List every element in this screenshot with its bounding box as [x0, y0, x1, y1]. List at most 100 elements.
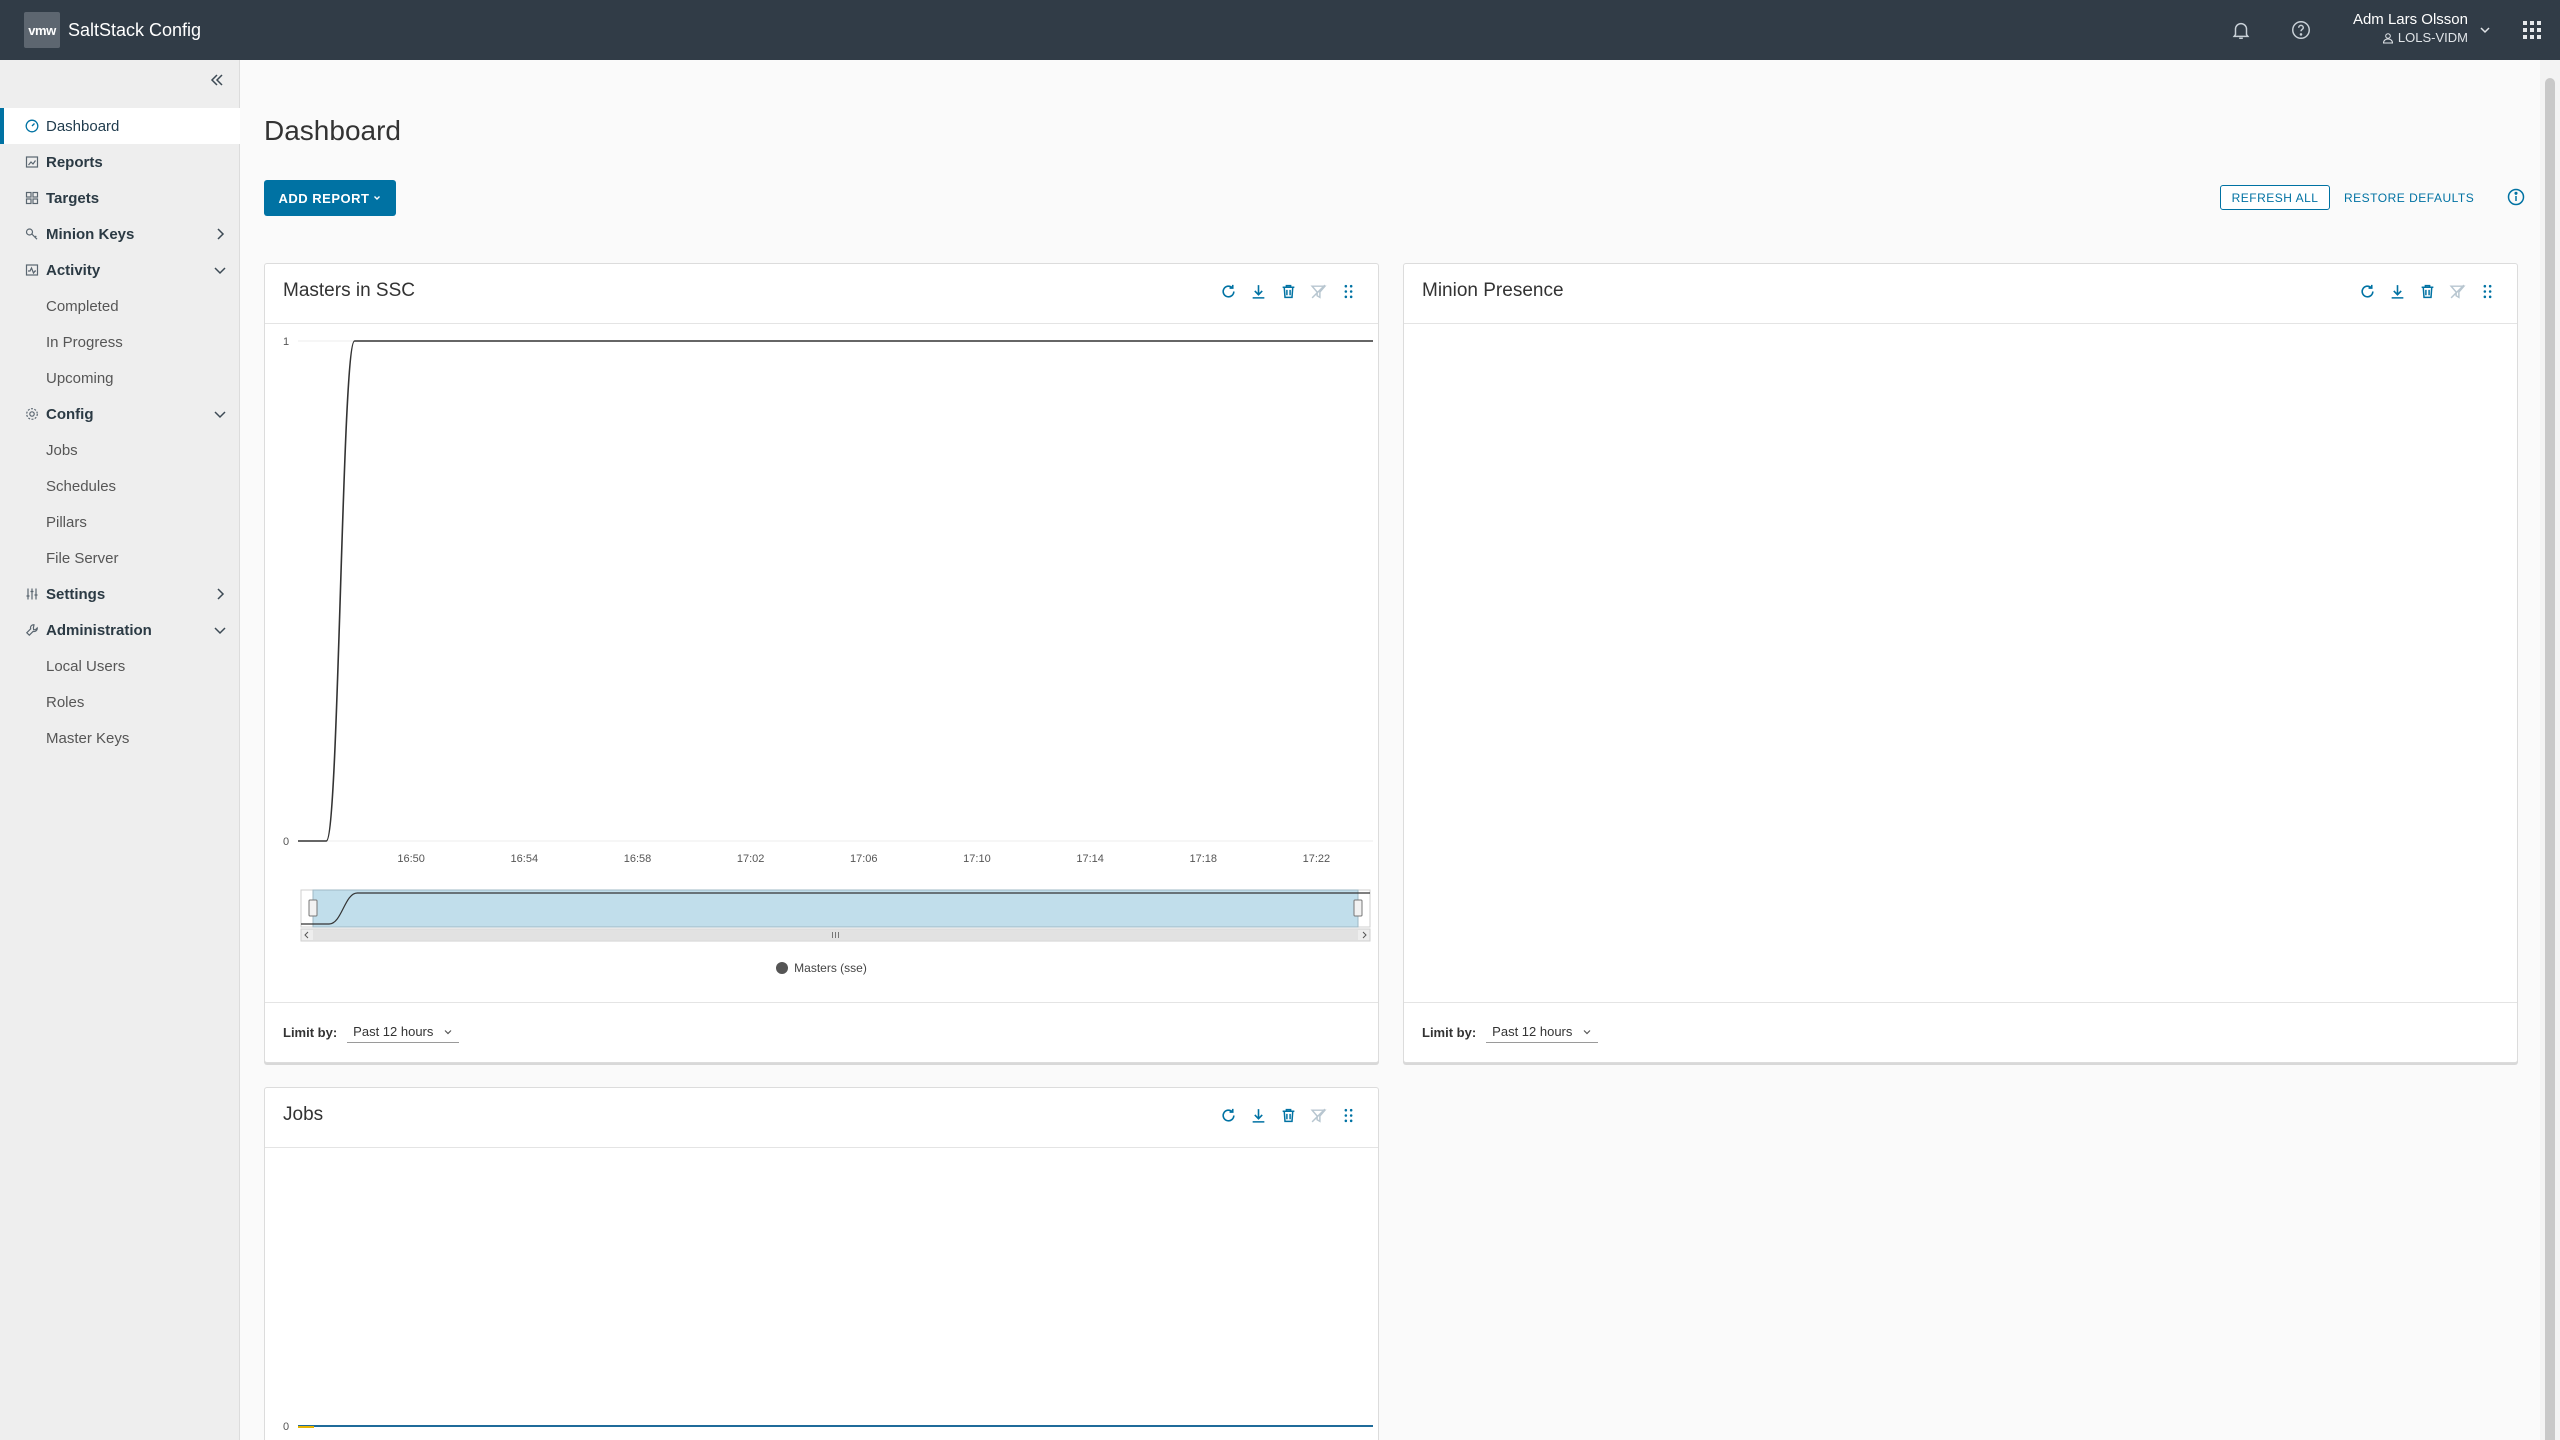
sidebar-item-label: Dashboard [46, 117, 120, 135]
app-grid-icon[interactable] [2504, 0, 2560, 60]
filter-icon[interactable] [1308, 280, 1328, 302]
limit-select[interactable]: Past 12 hours [1486, 1022, 1599, 1043]
wrench-icon [24, 622, 40, 638]
sidebar-item-administration[interactable]: Administration [0, 612, 240, 648]
limit-value: Past 12 hours [1492, 1024, 1573, 1039]
limit-select[interactable]: Past 12 hours [347, 1022, 460, 1043]
drag-handle-icon[interactable] [2477, 280, 2497, 302]
user-menu[interactable]: Adm Lars Olsson LOLS-VIDM [2331, 0, 2504, 60]
sidebar-item-dashboard[interactable]: Dashboard [0, 108, 240, 144]
sidebar-item-settings[interactable]: Settings [0, 576, 240, 612]
x-tick-label: 17:10 [963, 853, 991, 865]
navigator-handle [308, 899, 318, 917]
drag-handle-icon[interactable] [1338, 280, 1358, 302]
download-icon[interactable] [2387, 280, 2407, 302]
sidebar-item-upcoming[interactable]: Upcoming [0, 360, 240, 396]
info-icon[interactable] [2506, 187, 2526, 207]
refresh-all-button[interactable]: REFRESH ALL [2220, 185, 2330, 210]
trash-icon[interactable] [1278, 280, 1298, 302]
chart-legend[interactable]: Masters (sse) [265, 961, 1378, 975]
x-tick-label: 16:58 [624, 853, 652, 865]
user-domain: LOLS-VIDM [2382, 29, 2468, 47]
chevron-down-icon [214, 411, 226, 419]
sidebar-item-activity[interactable]: Activity [0, 252, 240, 288]
targets-icon [24, 190, 40, 206]
card-header: Masters in SSC [265, 264, 1378, 324]
main-content: Dashboard ADD REPORT REFRESH ALL RESTORE… [240, 60, 2532, 1440]
download-icon[interactable] [1248, 1104, 1268, 1126]
x-tick-label: 17:14 [1076, 853, 1104, 865]
card-toolbar [1218, 1104, 1358, 1126]
scrollbar-thumb[interactable] [2545, 78, 2555, 1440]
filter-icon[interactable] [2447, 280, 2467, 302]
sidebar-item-label: Targets [46, 189, 100, 207]
sidebar-item-label: Config [46, 405, 94, 423]
navigator-handle [1353, 899, 1363, 917]
trash-icon[interactable] [2417, 280, 2437, 302]
card-title: Jobs [283, 1104, 324, 1125]
sidebar-item-pillars[interactable]: Pillars [0, 504, 240, 540]
drag-handle-icon[interactable] [1338, 1104, 1358, 1126]
navigator-selection [312, 889, 1359, 928]
sidebar-item-label: Reports [46, 153, 103, 171]
sidebar-item-completed[interactable]: Completed [0, 288, 240, 324]
card-header: Minion Presence [1404, 264, 2517, 324]
x-tick-label: 17:22 [1303, 853, 1331, 865]
y-tick-label: 1 [283, 336, 289, 348]
collapse-sidebar-icon[interactable] [205, 68, 229, 92]
help-icon[interactable] [2271, 0, 2331, 60]
x-tick-label: 16:54 [511, 853, 539, 865]
limit-value: Past 12 hours [353, 1024, 434, 1039]
chevron-right-icon [217, 588, 225, 600]
card-footer: Limit by: Past 12 hours [1404, 1002, 2517, 1062]
report-card-jobs: Jobs 0 [264, 1087, 1379, 1440]
sidebar-item-config[interactable]: Config [0, 396, 240, 432]
sidebar-item-master-keys[interactable]: Master Keys [0, 720, 240, 756]
sidebar-item-targets[interactable]: Targets [0, 180, 240, 216]
chevron-down-icon [214, 627, 226, 635]
sidebar-item-label: Administration [46, 621, 152, 639]
activity-icon [24, 262, 40, 278]
vertical-scrollbar[interactable] [2540, 60, 2560, 1440]
jobs-chart[interactable]: 0 [265, 1149, 1378, 1440]
sidebar-item-schedules[interactable]: Schedules [0, 468, 240, 504]
card-title: Masters in SSC [283, 280, 415, 301]
x-tick-label: 17:02 [737, 853, 765, 865]
restore-defaults-button[interactable]: RESTORE DEFAULTS [2344, 185, 2474, 210]
report-card-masters: Masters in SSC 0 1 16:50 16:54 16:58 17:02 17:… [264, 263, 1379, 1063]
card-toolbar [2357, 280, 2497, 302]
sidebar-item-roles[interactable]: Roles [0, 684, 240, 720]
limit-label: Limit by: [283, 1025, 338, 1040]
key-icon [24, 226, 40, 242]
top-header: vmw SaltStack Config Adm Lars Olsson LOL… [0, 0, 2560, 60]
legend-marker [776, 962, 789, 974]
user-name: Adm Lars Olsson [2352, 11, 2468, 28]
page-title: Dashboard [264, 115, 401, 146]
add-report-button[interactable]: ADD REPORT [264, 180, 396, 216]
filter-icon[interactable] [1308, 1104, 1328, 1126]
chevron-down-icon [444, 1029, 452, 1034]
refresh-icon[interactable] [2357, 280, 2377, 302]
sidebar-item-minion-keys[interactable]: Minion Keys [0, 216, 240, 252]
sidebar-item-file-server[interactable]: File Server [0, 540, 240, 576]
sidebar-item-in-progress[interactable]: In Progress [0, 324, 240, 360]
sidebar-item-reports[interactable]: Reports [0, 144, 240, 180]
masters-chart[interactable]: 0 1 16:50 16:54 16:58 17:02 17:06 17:10 17:14 17:… [265, 325, 1378, 955]
add-report-label: ADD REPORT [278, 190, 370, 206]
reports-icon [24, 154, 40, 170]
refresh-icon[interactable] [1218, 1104, 1238, 1126]
y-tick-label: 0 [283, 836, 289, 848]
refresh-icon[interactable] [1218, 280, 1238, 302]
download-icon[interactable] [1248, 280, 1268, 302]
caret-down-icon [374, 196, 381, 200]
sidebar-item-jobs[interactable]: Jobs [0, 432, 240, 468]
sidebar-item-local-users[interactable]: Local Users [0, 648, 240, 684]
card-header: Jobs [265, 1088, 1378, 1148]
sliders-icon [24, 586, 40, 602]
app-title[interactable]: SaltStack Config [68, 20, 201, 41]
limit-label: Limit by: [1422, 1025, 1477, 1040]
trash-icon[interactable] [1278, 1104, 1298, 1126]
chevron-down-icon [214, 267, 226, 275]
x-tick-label: 17:18 [1189, 853, 1217, 865]
bell-icon[interactable] [2211, 0, 2271, 60]
